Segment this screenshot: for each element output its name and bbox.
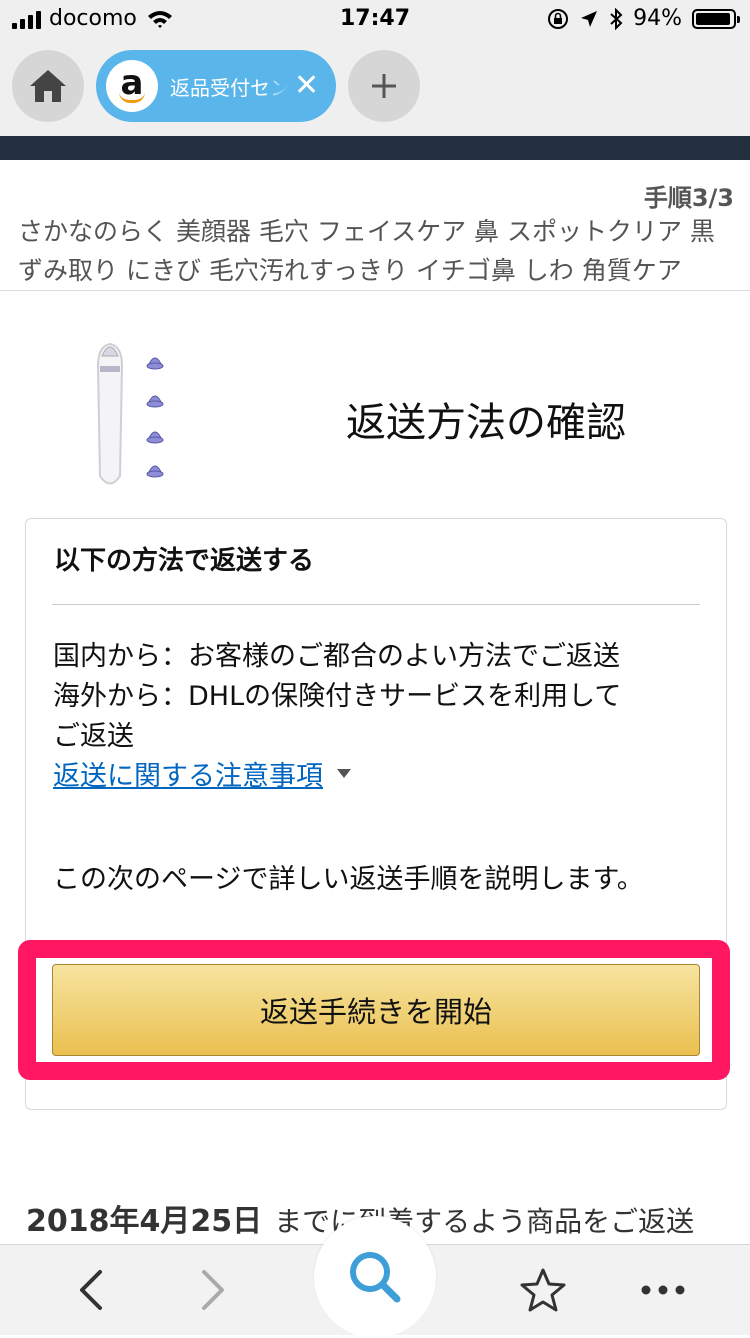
star-icon — [520, 1268, 566, 1312]
close-icon[interactable]: ✕ — [294, 71, 319, 101]
bluetooth-icon — [610, 7, 623, 30]
domestic-return-text: 国内から：お客様のご都合のよい方法でご返送 — [53, 641, 620, 672]
new-tab-button[interactable] — [348, 50, 420, 122]
location-icon — [581, 10, 598, 27]
site-header-bar — [0, 136, 750, 160]
chevron-down-icon — [337, 769, 351, 778]
divider — [0, 290, 750, 291]
card-title: 以下の方法で返送する — [54, 546, 315, 576]
browser-tab-bar: a 返品受付セン ✕ — [0, 40, 750, 136]
battery-icon — [692, 8, 740, 29]
plus-icon — [372, 74, 396, 98]
rotation-lock-icon — [548, 8, 569, 29]
home-button[interactable] — [12, 50, 84, 122]
amazon-logo: a — [106, 60, 158, 112]
more-button[interactable] — [638, 1265, 688, 1315]
start-return-button[interactable]: 返送手続きを開始 — [52, 964, 700, 1056]
status-bar: docomo 17:47 94% — [0, 0, 750, 40]
search-button[interactable] — [314, 1216, 436, 1338]
back-icon — [80, 1270, 102, 1310]
deadline-date: 2018年4月25日 — [26, 1204, 263, 1239]
card-divider — [52, 604, 700, 605]
return-notice-link[interactable]: 返送に関する注意事項 — [53, 754, 351, 793]
forward-button[interactable] — [188, 1265, 238, 1315]
back-button[interactable] — [66, 1265, 116, 1315]
step-indicator: 手順3/3 — [643, 184, 734, 212]
home-icon — [30, 70, 66, 102]
battery-percent: 94% — [633, 6, 682, 31]
next-page-info: この次のページで詳しい返送手順を説明します。 — [53, 864, 644, 895]
more-icon — [641, 1285, 685, 1295]
forward-icon — [202, 1270, 224, 1310]
search-icon — [350, 1252, 401, 1303]
overseas-return-text-cont: ご返送 — [53, 721, 134, 752]
active-tab[interactable]: a 返品受付セン ✕ — [96, 50, 336, 122]
product-image — [96, 342, 164, 485]
tab-title: 返品受付セン — [170, 75, 288, 100]
start-return-label: 返送手続きを開始 — [259, 995, 492, 1029]
status-right: 94% — [547, 6, 740, 31]
product-title: さかなのらく 美顔器 毛穴 フェイスケア 鼻 スポットクリア 黒ずみ取り にきび… — [18, 217, 715, 285]
overseas-return-text: 海外から：DHLの保険付きサービスを利用して — [53, 681, 622, 712]
page-title: 返送方法の確認 — [346, 400, 626, 446]
return-notice-label: 返送に関する注意事項 — [53, 761, 323, 792]
bookmark-button[interactable] — [518, 1265, 568, 1315]
